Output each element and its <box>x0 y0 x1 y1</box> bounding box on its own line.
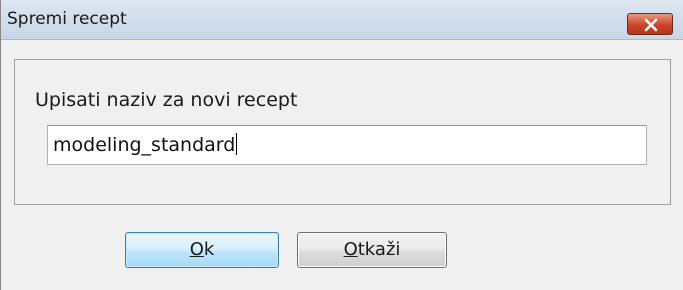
recipe-name-value: modeling_standard <box>53 134 236 156</box>
cancel-label: tkaži <box>357 239 401 260</box>
cancel-mnemonic: O <box>343 239 358 260</box>
text-caret <box>236 133 238 155</box>
close-icon <box>644 18 658 32</box>
recipe-name-label: Upisati naziv za novi recept <box>35 89 298 111</box>
close-button[interactable] <box>627 13 673 35</box>
ok-label: k <box>203 239 215 260</box>
window-title: Spremi recept <box>7 9 127 29</box>
ok-mnemonic: O <box>189 239 204 260</box>
cancel-button[interactable]: Otkaži <box>297 232 447 268</box>
save-recipe-dialog: Spremi recept Upisati naziv za novi rece… <box>0 0 683 290</box>
title-bar[interactable]: Spremi recept <box>1 0 683 40</box>
recipe-name-input[interactable]: modeling_standard <box>47 125 647 165</box>
ok-button[interactable]: Ok <box>125 232 279 268</box>
